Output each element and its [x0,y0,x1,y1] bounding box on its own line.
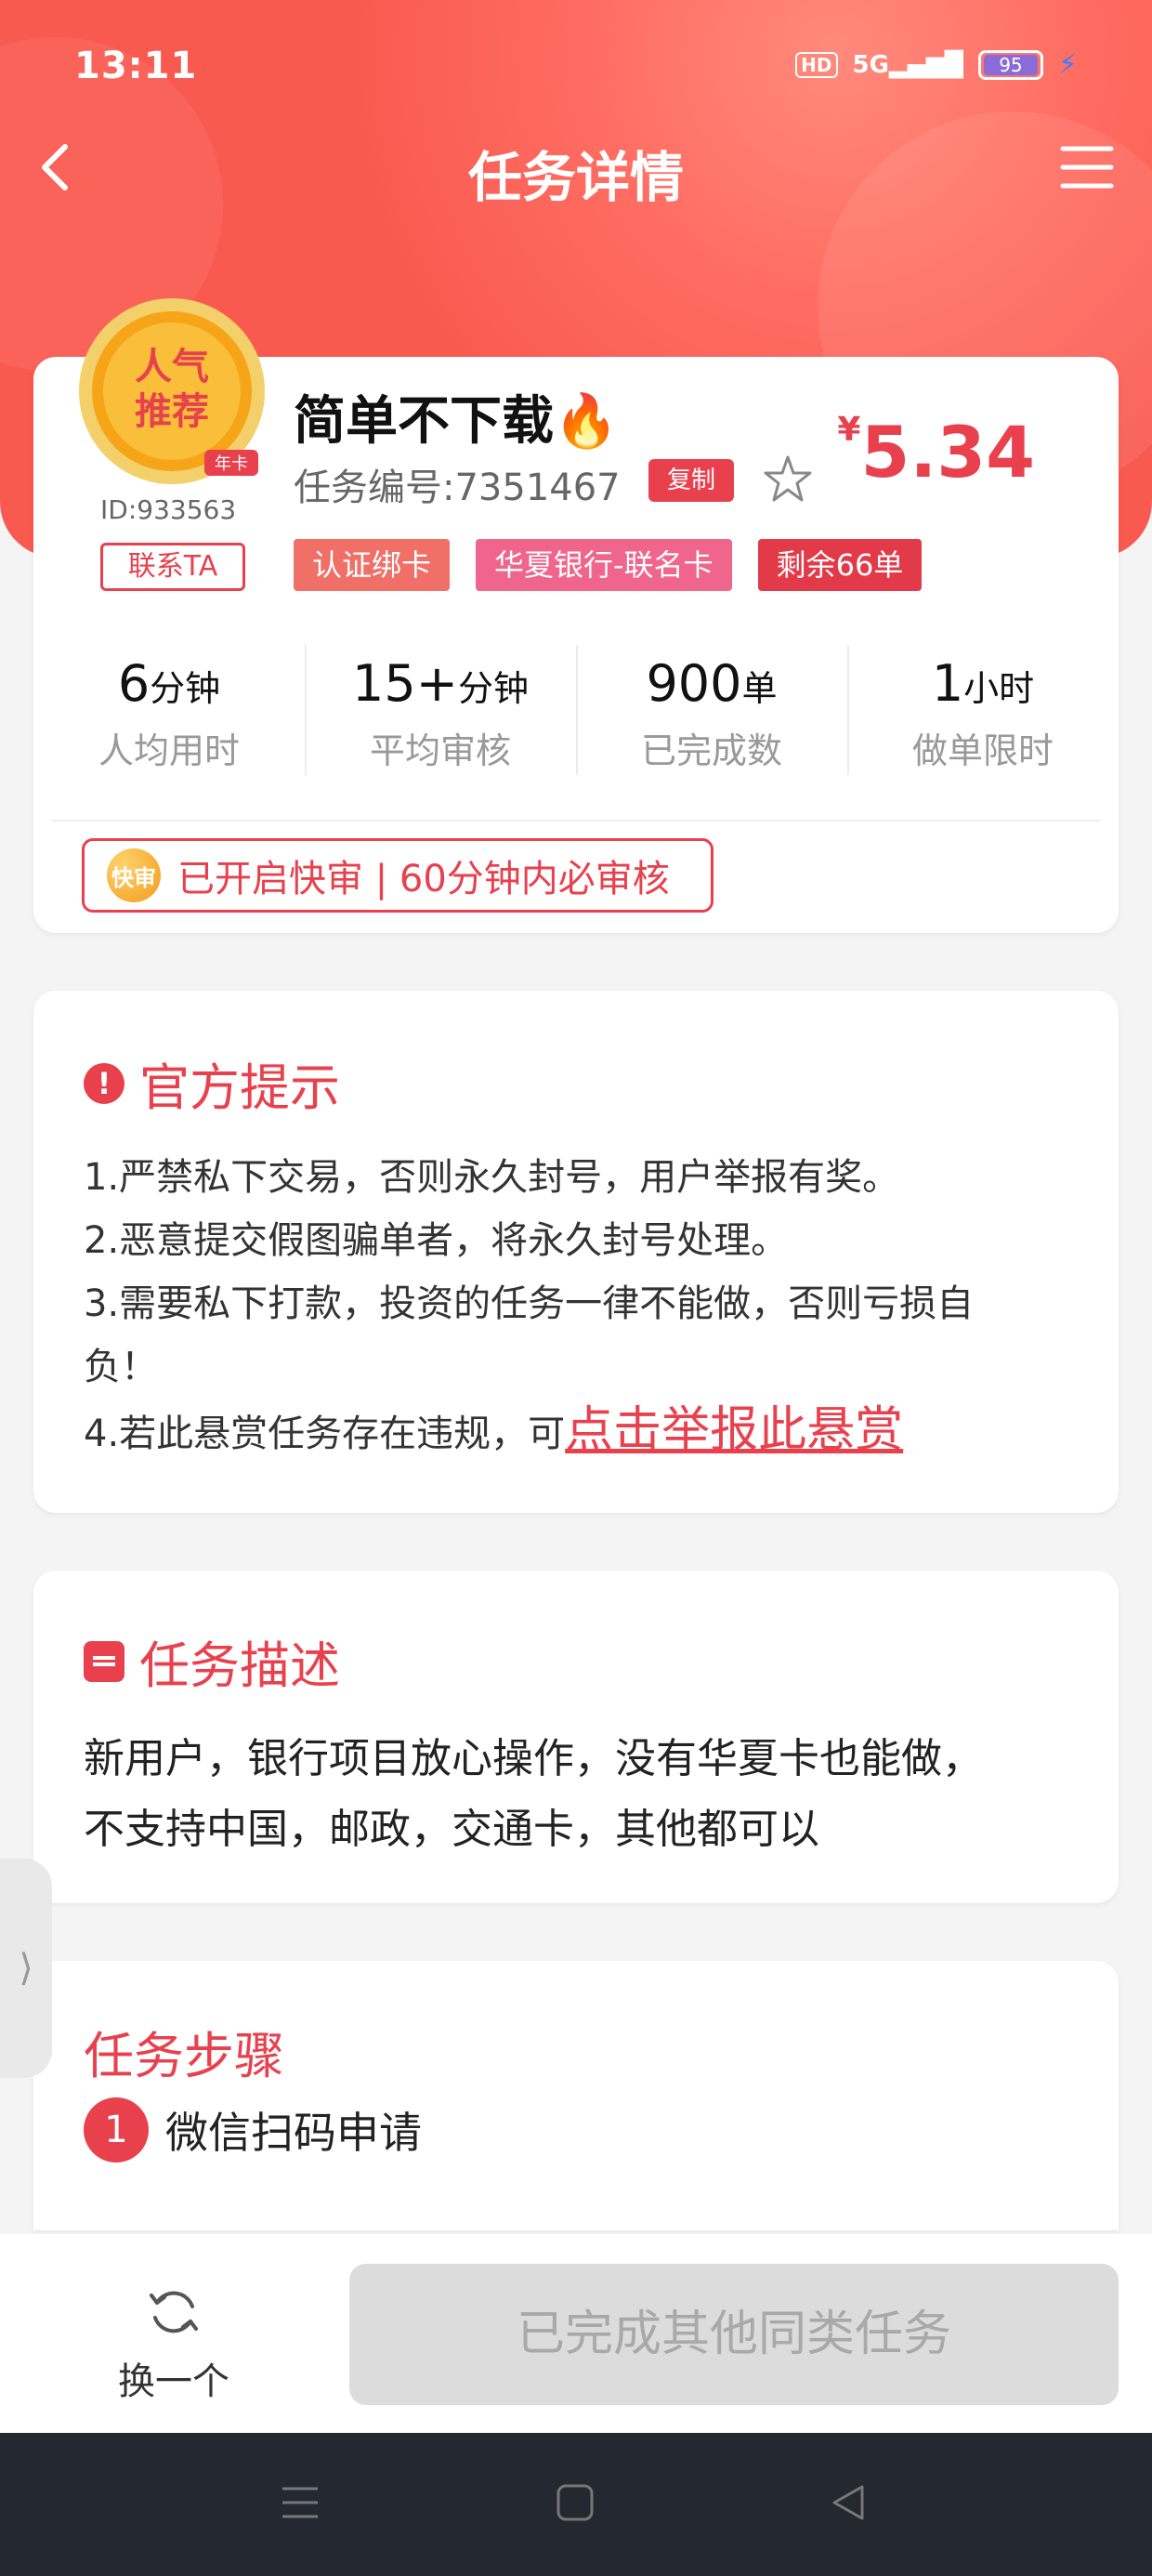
tip-line: 3.需要私下打款，投资的任务一律不能做，否则亏损自 [84,1282,975,1325]
stat-avg-review: 15+分钟 平均审核 [305,636,576,794]
tips-title: 官方提示 [139,1058,340,1117]
tag-card-binding: 认证绑卡 [294,539,451,591]
contact-button[interactable]: 联系TA [100,543,245,591]
system-menu-icon[interactable] [279,2481,321,2524]
stat-unit: 分钟 [150,668,221,709]
tag-remaining: 剩余66单 [757,539,923,591]
step-item: 1 微信扫码申请 [84,2097,1068,2162]
status-time: 13:11 [74,45,198,87]
switch-task-label: 换一个 [118,2360,229,2403]
stat-avg-time: 6分钟 人均用时 [33,636,305,794]
battery-icon: 95 [977,49,1043,80]
stat-unit: 单 [741,668,778,709]
report-link[interactable]: 点击举报此悬赏 [565,1402,903,1458]
stat-unit: 分钟 [457,668,529,709]
fast-review-banner: 快审 已开启快审 | 60分钟内必审核 [82,838,713,913]
menu-icon[interactable] [1059,141,1115,193]
popular-recommend-badge-icon: 人气 推荐 年卡 [79,298,265,484]
page-title: 任务详情 [467,146,684,209]
copy-button[interactable]: 复制 [648,459,734,502]
bottom-action-bar: 换一个 已完成其他同类任务 [0,2234,1152,2433]
stat-completed: 900单 已完成数 [576,636,847,794]
reward-price: ¥5.34 [837,411,1035,493]
fast-review-icon: 快审 [107,848,161,902]
description-title: 任务描述 [139,1636,340,1695]
stat-label: 做单限时 [911,730,1054,771]
description-line: 不支持中国，邮政，交通卡，其他都可以 [84,1806,819,1853]
user-id: ID:933563 [100,494,237,525]
stat-value: 6 [117,654,151,713]
network-type: 5G [852,50,889,79]
system-back-icon[interactable] [827,2481,870,2524]
step-text: 微信扫码申请 [165,2108,422,2158]
task-description-card: 任务描述 新用户，银行项目放心操作，没有华夏卡也能做， 不支持中国，邮政，交通卡… [33,1571,1119,1903]
stat-label: 平均审核 [369,730,511,771]
task-steps-card: 任务步骤 1 微信扫码申请 [33,1961,1119,2230]
task-info-card: 人气 推荐 年卡 ID:933563 联系TA 简单不下载🔥 任务编号:7351… [33,298,1119,933]
tip-line: 负！ [84,1346,158,1388]
divider [52,820,1100,821]
description-line: 新用户，银行项目放心操作，没有华夏卡也能做， [84,1735,983,1782]
system-home-icon[interactable] [554,2481,596,2524]
description-header: 任务描述 [84,1624,1068,1698]
price-symbol: ¥ [837,411,861,449]
system-nav-bar [0,2433,1152,2576]
stat-time-limit: 1小时 做单限时 [847,636,1119,794]
chevron-right-icon: ⟩ [19,1947,33,1990]
fast-review-text: 已开启快审 | 60分钟内必审核 [177,858,670,900]
stat-value: 15+ [352,654,458,713]
badge-text-1: 人气 [135,346,209,388]
tip-line: 2.恶意提交假图骗单者，将永久封号处理。 [84,1219,789,1262]
tips-header: ! 官方提示 [84,1046,1068,1120]
status-icons: HD 5G▂▄▆█ 95 ⚡ [795,48,1078,81]
badge-ribbon: 年卡 [215,454,248,474]
switch-task-button[interactable]: 换一个 [104,2282,243,2405]
side-expand-tab[interactable]: ⟩ [0,1859,52,2078]
completed-similar-button[interactable]: 已完成其他同类任务 [349,2264,1119,2405]
price-value: 5.34 [860,411,1035,493]
document-icon [84,1640,124,1682]
stat-value: 1 [931,654,964,713]
nav-bar: 任务详情 [0,121,1152,214]
tip-report-prefix: 4.若此悬赏任务存在违规，可 [84,1413,566,1455]
battery-level: 95 [983,54,1038,75]
badge-text-2: 推荐 [135,390,209,433]
task-tags: 认证绑卡 华夏银行-联名卡 剩余66单 [294,539,923,591]
task-title: 简单不下载🔥 [294,391,619,452]
favorite-star-icon[interactable] [762,453,814,506]
steps-title: 任务步骤 [84,2027,284,2085]
tip-line: 1.严禁私下交易，否则永久封号，用户举报有奖。 [84,1156,900,1199]
task-stats: 6分钟 人均用时 15+分钟 平均审核 900单 已完成数 1小时 做单限时 [33,636,1119,794]
refresh-icon [150,2291,198,2333]
tag-bank: 华夏银行-联名卡 [476,539,732,591]
stat-value: 900 [646,654,742,713]
signal-icon: 5G▂▄▆█ [852,50,963,79]
stat-unit: 小时 [963,668,1035,709]
step-number: 1 [84,2097,149,2162]
charging-icon: ⚡ [1057,48,1078,81]
status-bar: 13:11 HD 5G▂▄▆█ 95 ⚡ [0,0,1152,130]
tip-line-report: 4.若此悬赏任务存在违规，可点击举报此悬赏 [84,1399,1068,1465]
task-number: 任务编号:7351467 [294,467,621,509]
stat-label: 已完成数 [640,730,782,771]
alert-icon: ! [84,1062,124,1104]
stat-label: 人均用时 [98,730,240,771]
hd-icon: HD [795,51,838,78]
official-tips-card: ! 官方提示 1.严禁私下交易，否则永久封号，用户举报有奖。 2.恶意提交假图骗… [33,991,1119,1513]
